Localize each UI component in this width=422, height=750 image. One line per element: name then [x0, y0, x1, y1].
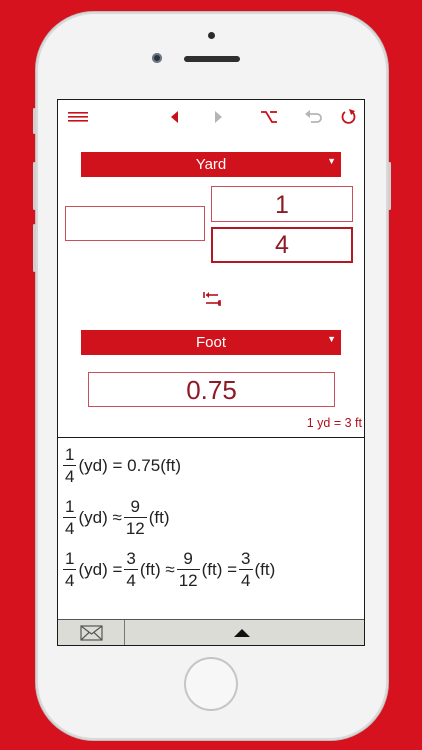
- equation-text: (ft) ≈: [139, 559, 175, 579]
- fraction: 9 12: [176, 549, 200, 590]
- fraction: 14: [63, 445, 77, 486]
- from-unit-label: Yard: [195, 156, 227, 173]
- equation-line-3: 14 (yd) = 34 (ft) ≈ 9 12 (ft) = 34 (ft): [62, 550, 276, 589]
- fraction: 14: [63, 549, 77, 590]
- equation-text: (yd) =: [78, 559, 123, 579]
- toolbar: [58, 100, 364, 134]
- equation-text: (ft) =: [201, 559, 238, 579]
- fraction: 34: [124, 549, 138, 590]
- numerator-input[interactable]: 1: [211, 186, 353, 222]
- equation-text: (yd) = 0.75(ft): [78, 455, 181, 475]
- home-button[interactable]: [184, 657, 238, 711]
- to-unit-dropdown[interactable]: Foot ▼: [81, 330, 341, 355]
- proximity-sensor: [208, 32, 215, 39]
- undo-icon[interactable]: [302, 106, 326, 128]
- equation-text: (ft): [148, 507, 170, 527]
- to-unit-label: Foot: [195, 334, 226, 351]
- mute-switch: [33, 108, 36, 134]
- swap-units-icon[interactable]: [202, 290, 222, 308]
- section-divider: [58, 437, 364, 438]
- conversion-ratio: 1 yd = 3 ft: [306, 416, 362, 430]
- result-value: 0.75: [186, 375, 237, 405]
- equation-line-1: 14 (yd) = 0.75(ft): [62, 446, 182, 485]
- result-field[interactable]: 0.75: [88, 372, 335, 407]
- envelope-icon: [80, 625, 103, 641]
- fraction: 14: [63, 497, 77, 538]
- option-key-icon[interactable]: [257, 106, 281, 128]
- power-button: [388, 162, 391, 210]
- expand-up-arrow-icon[interactable]: [234, 629, 250, 637]
- equation-line-2: 14 (yd) ≈ 9 12 (ft): [62, 498, 171, 537]
- dropdown-caret-icon: ▼: [327, 156, 336, 166]
- volume-up-button: [33, 162, 36, 210]
- triangle-right-icon[interactable]: [206, 106, 230, 128]
- denominator-input[interactable]: 4: [211, 227, 353, 263]
- bottom-bar: [58, 619, 364, 645]
- triangle-left-icon[interactable]: [163, 106, 187, 128]
- app-screen: Yard ▼ 1 4 Foot ▼ 0.75 1 yd = 3 ft 14 (y…: [57, 99, 365, 646]
- earpiece-speaker: [184, 56, 240, 62]
- refresh-icon[interactable]: [336, 106, 360, 128]
- denominator-value: 4: [275, 231, 289, 259]
- mail-button[interactable]: [58, 620, 125, 645]
- whole-number-input[interactable]: [65, 206, 205, 241]
- equation-text: (yd) ≈: [78, 507, 122, 527]
- fraction: 9 12: [123, 497, 147, 538]
- front-camera: [152, 53, 162, 63]
- equation-text: (ft): [254, 559, 276, 579]
- hamburger-icon[interactable]: [66, 106, 90, 128]
- volume-down-button: [33, 224, 36, 272]
- fraction: 34: [239, 549, 253, 590]
- from-unit-dropdown[interactable]: Yard ▼: [81, 152, 341, 177]
- numerator-value: 1: [275, 191, 289, 219]
- dropdown-caret-icon: ▼: [327, 334, 336, 344]
